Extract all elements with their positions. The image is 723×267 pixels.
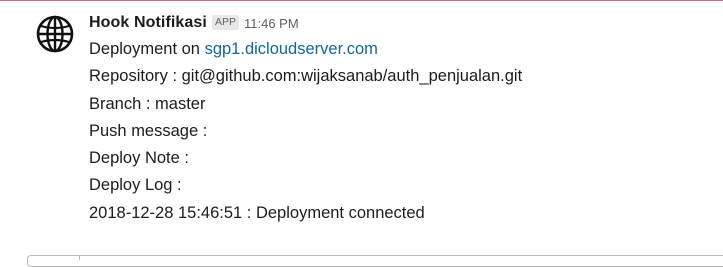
message-timestamp[interactable]: 11:46 PM — [244, 16, 299, 31]
deploy-note-line: Deploy Note : — [89, 149, 189, 168]
deployment-line: Deployment on sgp1.dicloudserver.com — [89, 36, 713, 63]
deployment-prefix: Deployment on — [89, 40, 205, 58]
message-header: Hook Notifikasi APP 11:46 PM — [89, 10, 713, 36]
message-body: Deployment on sgp1.dicloudserver.com Rep… — [89, 36, 713, 227]
globe-icon — [36, 15, 74, 53]
repository-line: Repository : git@github.com:wijaksanab/a… — [89, 67, 523, 86]
avatar[interactable] — [36, 15, 74, 53]
chat-message: Hook Notifikasi APP 11:46 PM Deployment … — [0, 0, 723, 258]
message-content: Hook Notifikasi APP 11:46 PM Deployment … — [89, 10, 713, 227]
deploy-log-line: Deploy Log : — [89, 176, 182, 195]
message-composer[interactable] — [27, 255, 723, 267]
push-message-line: Push message : — [89, 121, 208, 140]
log-entry-line: 2018-12-28 15:46:51 : Deployment connect… — [89, 203, 425, 222]
deployment-host-link[interactable]: sgp1.dicloudserver.com — [205, 40, 378, 58]
branch-line: Branch : master — [89, 94, 206, 113]
app-badge: APP — [211, 14, 239, 30]
sender-name[interactable]: Hook Notifikasi — [89, 14, 207, 32]
